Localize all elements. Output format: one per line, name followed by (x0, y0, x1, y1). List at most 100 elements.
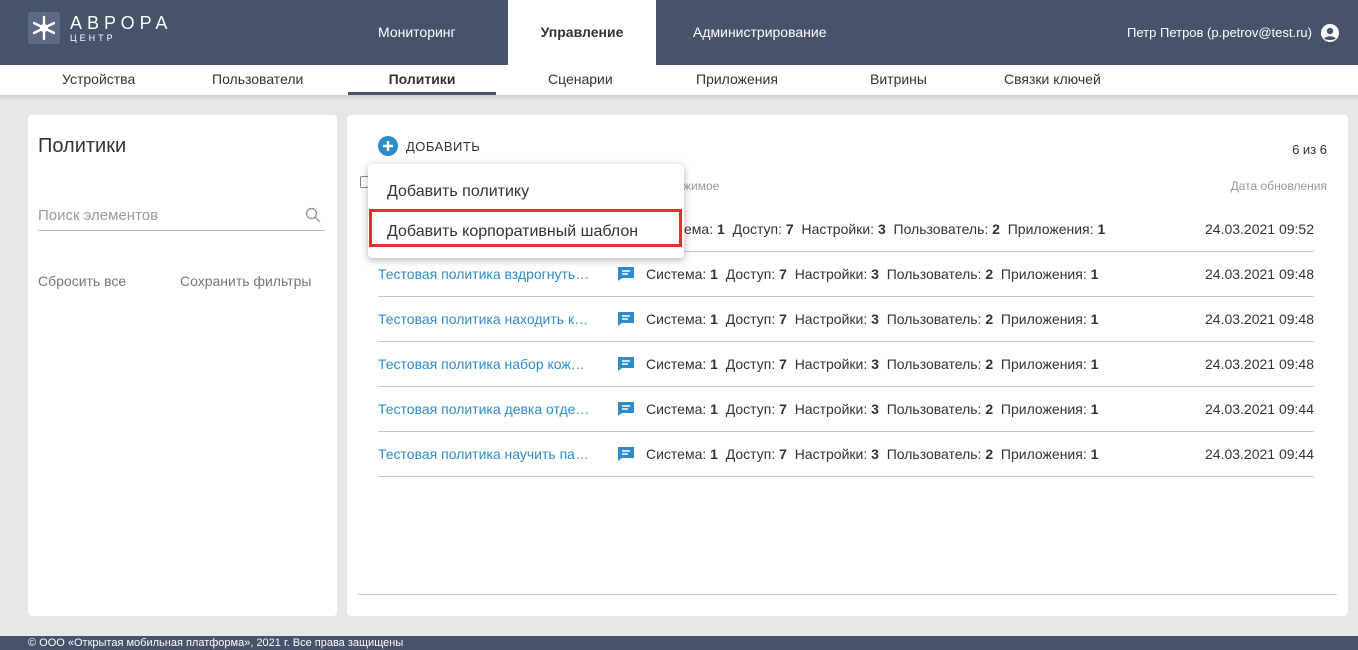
table-row[interactable]: Тестовая политика находить к… Система: 1… (378, 297, 1314, 342)
logo[interactable]: АВРОРА ЦЕНТР (28, 12, 172, 44)
apps-value: 1 (1090, 266, 1099, 282)
subtab-scenarios[interactable]: Сценарии (548, 65, 613, 95)
apps-value: 1 (1090, 446, 1099, 462)
row-content: ема: 1 Доступ: 7 Настройки: 3 Пользовате… (684, 221, 1105, 237)
user-name: Петр Петров (p.petrov@test.ru) (1127, 25, 1312, 40)
comment-icon[interactable] (617, 356, 635, 372)
user-value: 2 (985, 266, 994, 282)
subtab-devices[interactable]: Устройства (62, 65, 135, 95)
settings-label: Настройки: (801, 221, 875, 237)
row-date: 24.03.2021 09:52 (1205, 221, 1314, 237)
filter-panel-title: Политики (38, 135, 127, 157)
policy-name-link[interactable]: Тестовая политика девка отде… (378, 401, 610, 417)
system-value: 1 (710, 446, 718, 462)
tab-monitoring[interactable]: Мониторинг (378, 0, 456, 65)
apps-value: 1 (1090, 311, 1099, 327)
access-value: 7 (785, 221, 794, 237)
subtab-showcases[interactable]: Витрины (870, 65, 927, 95)
tab-management[interactable]: Управление (508, 0, 656, 65)
user-label: Пользователь: (886, 356, 982, 372)
sub-navigation: Устройства Пользователи Политики Сценари… (0, 65, 1358, 95)
apps-label: Приложения: (1000, 401, 1087, 417)
policy-name-link[interactable]: Тестовая политика вздрогнуть… (378, 266, 610, 282)
column-header-date[interactable]: Дата обновления (1231, 179, 1327, 193)
row-date: 24.03.2021 09:44 (1205, 401, 1314, 417)
settings-value: 3 (871, 401, 879, 417)
filter-panel: Политики Сбросить все Сохранить фильтры (28, 115, 337, 616)
system-label: Система: (646, 266, 707, 282)
search-icon[interactable] (305, 207, 321, 223)
apps-label: Приложения: (1000, 356, 1087, 372)
user-icon (1321, 23, 1339, 42)
brand-title: АВРОРА (70, 12, 173, 33)
reset-filters-button[interactable]: Сбросить все (38, 273, 126, 289)
column-header-content[interactable]: жимое (683, 179, 719, 193)
system-label: Система: (646, 401, 707, 417)
user-value: 2 (985, 311, 994, 327)
table-row[interactable]: Тестовая политика научить па… Система: 1… (378, 432, 1314, 477)
settings-label: Настройки: (794, 266, 868, 282)
add-button-label: ДОБАВИТЬ (406, 138, 481, 154)
user-value: 2 (992, 221, 1000, 237)
settings-label: Настройки: (794, 311, 868, 327)
settings-value: 3 (871, 356, 879, 372)
settings-value: 3 (877, 221, 886, 237)
row-content: Система: 1 Доступ: 7 Настройки: 3 Пользо… (646, 446, 1098, 462)
system-label: Система: (646, 311, 707, 327)
access-value: 7 (779, 401, 787, 417)
user-menu[interactable]: Петр Петров (p.petrov@test.ru) (1127, 0, 1340, 65)
system-value: 1 (710, 311, 718, 327)
settings-label: Настройки: (794, 446, 868, 462)
apps-label: Приложения: (1000, 446, 1087, 462)
row-date: 24.03.2021 09:48 (1205, 356, 1314, 372)
save-filters-button[interactable]: Сохранить фильтры (180, 273, 311, 289)
search-input[interactable] (38, 201, 288, 229)
row-content: Система: 1 Доступ: 7 Настройки: 3 Пользо… (646, 356, 1098, 372)
row-date: 24.03.2021 09:44 (1205, 446, 1314, 462)
subtab-users[interactable]: Пользователи (212, 65, 303, 95)
subnav-shadow (0, 95, 1358, 101)
settings-value: 3 (871, 311, 879, 327)
access-value: 7 (779, 311, 787, 327)
items-count: 6 из 6 (1292, 142, 1327, 157)
settings-label: Настройки: (794, 401, 868, 417)
policy-name-link[interactable]: Тестовая политика научить па… (378, 446, 610, 462)
settings-value: 3 (871, 446, 879, 462)
table-row[interactable]: Тестовая политика вздрогнуть… Система: 1… (378, 252, 1314, 297)
highlight-frame (369, 209, 682, 247)
comment-icon[interactable] (617, 401, 635, 417)
apps-value: 1 (1090, 401, 1099, 417)
policy-name-link[interactable]: Тестовая политика набор кож… (378, 356, 610, 372)
subtab-policies[interactable]: Политики (348, 65, 496, 95)
subtab-applications[interactable]: Приложения (696, 65, 778, 95)
table-bottom-divider (358, 594, 1337, 595)
apps-value: 1 (1090, 356, 1099, 372)
tab-administration[interactable]: Администрирование (693, 0, 827, 65)
access-label: Доступ: (725, 356, 776, 372)
apps-label: Приложения: (1000, 311, 1087, 327)
user-label: Пользователь: (886, 446, 982, 462)
apps-value: 1 (1097, 221, 1106, 237)
row-date: 24.03.2021 09:48 (1205, 266, 1314, 282)
top-bar: АВРОРА ЦЕНТР Мониторинг Управление Админ… (0, 0, 1358, 65)
user-value: 2 (985, 356, 994, 372)
access-label: Доступ: (725, 311, 776, 327)
row-content: Система: 1 Доступ: 7 Настройки: 3 Пользо… (646, 266, 1098, 282)
settings-value: 3 (871, 266, 879, 282)
comment-icon[interactable] (617, 446, 635, 462)
add-button[interactable]: ДОБАВИТЬ (378, 136, 480, 156)
menu-item-add-policy[interactable]: Добавить политику (368, 172, 684, 212)
add-circle-icon (378, 136, 398, 156)
access-label: Доступ: (725, 446, 776, 462)
table-row[interactable]: Тестовая политика набор кож… Система: 1 … (378, 342, 1314, 387)
policy-name-link[interactable]: Тестовая политика находить к… (378, 311, 610, 327)
comment-icon[interactable] (617, 311, 635, 327)
apps-label: Приложения: (1007, 221, 1094, 237)
user-label: Пользователь: (893, 221, 989, 237)
subtab-keychains[interactable]: Связки ключей (1004, 65, 1101, 95)
table-row[interactable]: Тестовая политика девка отде… Система: 1… (378, 387, 1314, 432)
row-content: Система: 1 Доступ: 7 Настройки: 3 Пользо… (646, 401, 1098, 417)
content-prefix: ема: (684, 221, 717, 237)
user-value: 2 (985, 401, 994, 417)
comment-icon[interactable] (617, 266, 635, 282)
